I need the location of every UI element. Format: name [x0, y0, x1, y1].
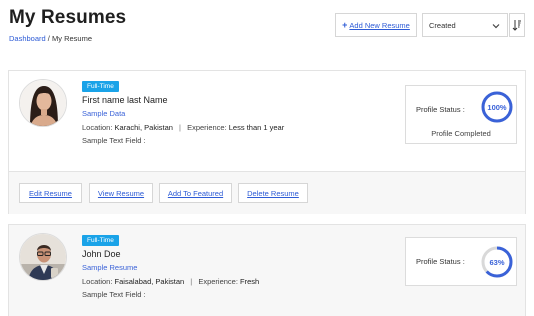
resume-card: Full-Time John Doe Sample Resume Locatio… [8, 224, 526, 316]
resume-title-link[interactable]: Sample Resume [82, 263, 137, 272]
view-resume-button[interactable]: View Resume [89, 183, 153, 203]
avatar [19, 79, 67, 127]
meta-separator: | [179, 123, 181, 132]
breadcrumb: Dashboard / My Resume [9, 34, 92, 43]
avatar [19, 233, 67, 281]
sort-icon [512, 20, 521, 31]
profile-status-label: Profile Status : [416, 105, 465, 114]
sort-direction-button[interactable] [509, 13, 525, 37]
sort-by-select[interactable]: Created [422, 13, 508, 37]
location-value: Karachi, Pakistan [114, 123, 173, 132]
resume-card-body: Full-Time First name last Name Sample Da… [9, 71, 525, 171]
location-value: Faisalabad, Pakistan [114, 277, 185, 286]
candidate-name: First name last Name [82, 95, 168, 105]
sample-text-field: Sample Text Field : [82, 136, 146, 145]
delete-resume-button[interactable]: Delete Resume [238, 183, 308, 203]
experience-label: Experience: [187, 123, 227, 132]
breadcrumb-separator: / [47, 34, 50, 43]
breadcrumb-dashboard-link[interactable]: Dashboard [9, 34, 46, 43]
profile-status-caption: Profile Completed [431, 129, 491, 138]
sort-by-value: Created [429, 20, 456, 30]
page-title: My Resumes [9, 7, 127, 28]
experience-value: Fresh [240, 277, 260, 286]
profile-percent: 100% [487, 102, 507, 112]
resume-actions-bar: Edit Resume View Resume Add To Featured … [9, 171, 525, 214]
profile-status-box: Profile Status : 100% Profile Completed [405, 85, 517, 144]
add-new-resume-label: Add New Resume [349, 20, 410, 30]
job-type-badge: Full-Time [82, 81, 119, 92]
resume-meta: Location: Karachi, Pakistan | Experience… [82, 123, 284, 132]
add-new-resume-button[interactable]: + Add New Resume [335, 13, 417, 37]
candidate-name: John Doe [82, 249, 121, 259]
location-label: Location: [82, 277, 113, 286]
profile-status-box: Profile Status : 63% [405, 237, 517, 286]
profile-status-label: Profile Status : [416, 257, 465, 266]
resume-meta: Location: Faisalabad, Pakistan | Experie… [82, 277, 259, 286]
experience-value: Less than 1 year [228, 123, 285, 132]
plus-icon: + [342, 20, 348, 30]
chevron-down-icon [492, 24, 500, 29]
edit-resume-button[interactable]: Edit Resume [19, 183, 82, 203]
experience-label: Experience: [198, 277, 238, 286]
profile-percent: 63% [489, 257, 505, 267]
resume-card: Full-Time First name last Name Sample Da… [8, 70, 526, 214]
add-to-featured-button[interactable]: Add To Featured [159, 183, 232, 203]
resume-card-body: Full-Time John Doe Sample Resume Locatio… [9, 225, 525, 316]
job-type-badge: Full-Time [82, 235, 119, 246]
location-label: Location: [82, 123, 113, 132]
resume-title-link[interactable]: Sample Data [82, 109, 125, 118]
sample-text-field: Sample Text Field : [82, 290, 146, 299]
meta-separator: | [190, 277, 193, 286]
breadcrumb-current: My Resume [51, 34, 92, 43]
